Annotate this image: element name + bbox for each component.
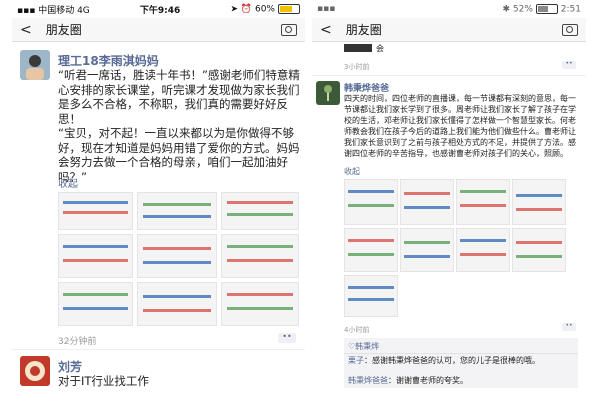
battery-percent: 60%: [254, 4, 275, 15]
post-image[interactable]: [512, 179, 566, 225]
status-bar: ▪▪▪ 中国移动 4G 下午9:46 ➤ ⏰ 60%: [12, 0, 305, 18]
divider: [344, 353, 578, 354]
post-image[interactable]: [58, 192, 133, 230]
post-image[interactable]: [221, 192, 299, 230]
avatar[interactable]: [316, 81, 340, 105]
page-title: 朋友圈: [45, 23, 82, 37]
post-image[interactable]: [400, 179, 454, 225]
post-image[interactable]: [456, 179, 510, 225]
likes-comments-box: ♡韩秉烨 栗子：感谢韩秉烨爸爸的认可，您的儿子是很棒的哦。 韩秉烨爸爸：谢谢曹老…: [344, 338, 578, 388]
divider: [312, 75, 586, 76]
emblem-icon: [25, 361, 45, 381]
post-author[interactable]: 理工18李雨淇妈妈: [58, 52, 159, 69]
more-options-icon[interactable]: ••: [562, 323, 576, 331]
post-image[interactable]: [344, 44, 372, 52]
divider: [12, 349, 305, 350]
like-name[interactable]: 韩秉烨: [355, 342, 379, 351]
post-author[interactable]: 刘芳: [58, 358, 82, 375]
signal-icon: ▪▪▪: [317, 4, 336, 14]
battery-icon: [535, 3, 558, 14]
clock: 2:51: [560, 4, 581, 15]
signal-icon: ▪▪▪: [17, 5, 36, 16]
bluetooth-icon: ✱: [502, 4, 511, 15]
post-image[interactable]: [137, 282, 217, 326]
nav-bar: < 朋友圈: [312, 18, 586, 42]
post-text: “听君一席话，胜读十年书！”感谢老师们特意精心安排的家长课堂，听完课才发现做为家…: [58, 68, 300, 184]
location-icon: ➤: [230, 4, 238, 15]
person-icon: [26, 55, 44, 80]
avatar[interactable]: [20, 356, 50, 386]
post-image[interactable]: [221, 282, 299, 326]
post-time: 32分钟前: [58, 337, 97, 347]
more-options-icon[interactable]: ••: [562, 61, 576, 69]
comment-author[interactable]: 韩秉烨爸爸: [348, 376, 388, 385]
post-text: 对于IT行业找工作: [58, 374, 149, 388]
nav-bar: < 朋友圈: [12, 18, 305, 42]
comment-text: ：谢谢曹老师的夸奖。: [388, 376, 468, 385]
post-image[interactable]: [344, 275, 398, 317]
back-button[interactable]: <: [320, 22, 332, 38]
post-text: 会: [376, 44, 384, 53]
more-options-icon[interactable]: ••: [278, 333, 296, 343]
plant-icon: [324, 85, 332, 101]
post-image[interactable]: [137, 192, 217, 230]
alarm-icon: ⏰: [240, 4, 253, 15]
battery-icon: [277, 3, 300, 14]
post-time: 4小时前: [344, 326, 370, 334]
post-image[interactable]: [456, 228, 510, 272]
clock: 下午9:46: [139, 5, 181, 16]
battery-percent: 52%: [512, 4, 533, 15]
avatar[interactable]: [20, 50, 50, 80]
left-screenshot: ▪▪▪ 中国移动 4G 下午9:46 ➤ ⏰ 60% < 朋友圈 理工18李雨淇…: [12, 0, 305, 400]
post-image[interactable]: [344, 179, 398, 225]
post-image[interactable]: [137, 234, 217, 278]
post-image[interactable]: [58, 234, 133, 278]
comment[interactable]: 栗子：感谢韩秉烨爸爸的认可，您的儿子是很棒的哦。: [348, 355, 574, 366]
collapse-link[interactable]: 收起: [344, 166, 360, 177]
carrier-label: 中国移动: [38, 5, 75, 16]
network-label: 4G: [77, 5, 90, 16]
camera-icon[interactable]: [281, 23, 297, 36]
post-text: 四天的时间，四位老师的直播课，每一节课都有深刻的意思，每一节课都让我们家长学到了…: [344, 94, 576, 158]
post-image[interactable]: [512, 228, 566, 272]
comment[interactable]: 韩秉烨爸爸：谢谢曹老师的夸奖。: [348, 375, 574, 386]
comment-author[interactable]: 栗子: [348, 356, 364, 365]
post-image[interactable]: [58, 282, 133, 326]
page-title: 朋友圈: [345, 23, 382, 37]
camera-icon[interactable]: [562, 23, 578, 36]
status-bar: ▪▪▪ ✱ 52% 2:51: [312, 0, 586, 18]
post-image[interactable]: [344, 228, 398, 272]
comment-text: ：感谢韩秉烨爸爸的认可，您的儿子是很棒的哦。: [364, 356, 540, 365]
right-screenshot: ▪▪▪ ✱ 52% 2:51 < 朋友圈 会 3小时前 •• 韩秉烨爸爸 四天的…: [312, 0, 586, 400]
post-image[interactable]: [221, 234, 299, 278]
post-image[interactable]: [400, 228, 454, 272]
collapse-link[interactable]: 收起: [58, 175, 78, 190]
back-button[interactable]: <: [20, 22, 32, 38]
post-time: 3小时前: [344, 63, 370, 71]
